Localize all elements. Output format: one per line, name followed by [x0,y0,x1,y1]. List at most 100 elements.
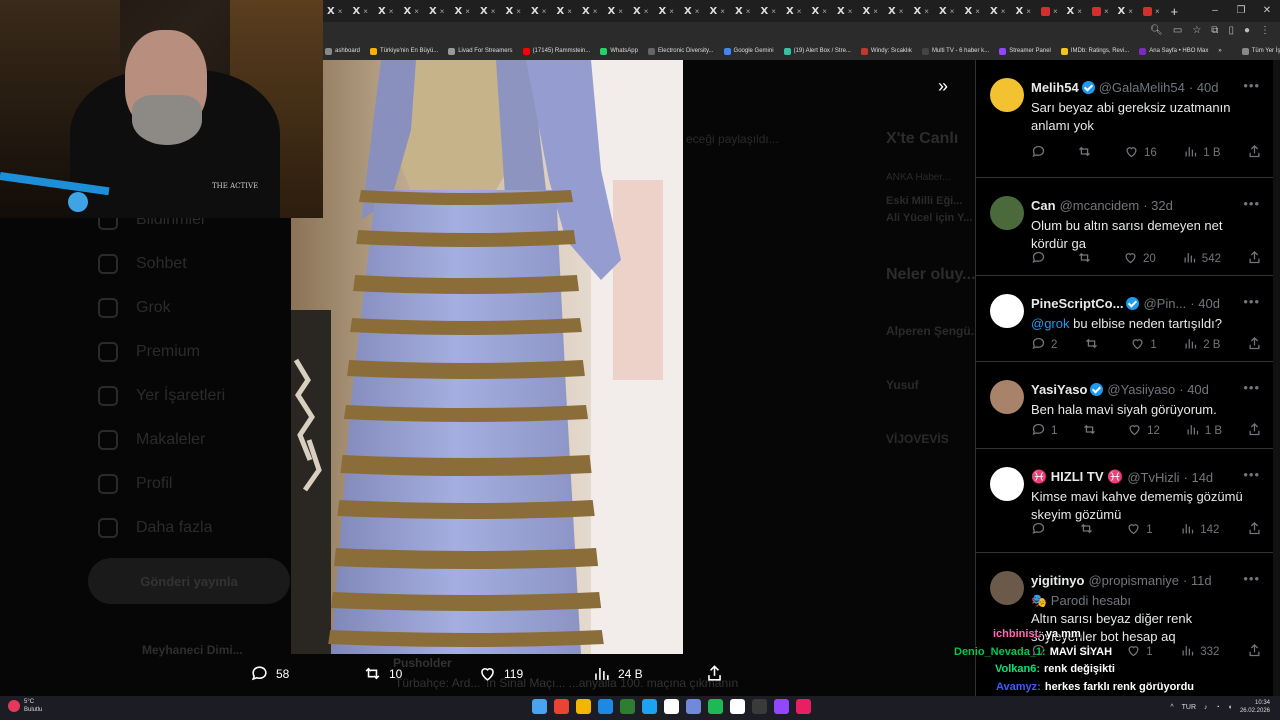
browser-tab[interactable]: X × [629,2,655,20]
bookmark-item[interactable]: Ana Sayfa • HBO Max [1139,47,1208,55]
tab-close-icon[interactable]: × [1104,7,1109,16]
like-button[interactable]: 16 [1124,144,1157,162]
browser-tab[interactable]: X × [757,2,783,20]
taskbar-app-icon[interactable] [576,699,591,714]
browser-tab[interactable]: X × [553,2,579,20]
browser-tab[interactable]: X × [935,2,961,20]
reply-button[interactable] [1031,144,1051,162]
browser-tab[interactable]: X × [374,2,400,20]
avatar[interactable] [990,380,1024,414]
browser-tab[interactable]: X × [349,2,375,20]
dress-photo[interactable] [291,60,683,654]
avatar[interactable] [990,78,1024,112]
share-button[interactable] [1247,144,1262,162]
nav-item-2[interactable]: Grok [98,298,171,318]
bookmark-item[interactable]: Livad For Streamers [448,47,513,55]
author-name[interactable]: PineScriptCo... [1031,296,1123,311]
views-button[interactable]: 1 B [1185,422,1222,440]
bookmark-item[interactable]: Google Gemini [723,47,774,55]
browser-tab[interactable]: X × [323,2,349,20]
bookmark-item[interactable]: (17145) Rammstein... [522,47,590,55]
tray-lang[interactable]: TUR [1182,704,1196,711]
nav-item-5[interactable]: Makaleler [98,430,205,450]
browser-tab[interactable]: X × [706,2,732,20]
taskbar-app-icon[interactable] [532,699,547,714]
tab-close-icon[interactable]: × [1026,7,1031,16]
bookmark-item[interactable]: (19) Alert Box / Stre... [783,47,851,55]
like-button[interactable]: 1 [1126,521,1153,539]
taskbar-app-icon[interactable] [598,699,613,714]
taskbar-app-icon[interactable] [620,699,635,714]
tab-close-icon[interactable]: × [746,7,751,16]
browser-tab[interactable]: X × [425,2,451,20]
tab-close-icon[interactable]: × [720,7,725,16]
tab-close-icon[interactable]: × [771,7,776,16]
profile-icon[interactable]: ● [1244,25,1250,36]
browser-tab[interactable]: X × [655,2,681,20]
taskbar-app-icon[interactable] [796,699,811,714]
repost-button[interactable] [1077,144,1097,162]
tab-close-icon[interactable]: × [593,7,598,16]
zoom-icon[interactable]: 🔍︎ [1150,25,1163,36]
nav-item-7[interactable]: Daha fazla [98,518,213,538]
bookmark-item[interactable]: WhatsApp [600,47,638,55]
tab-close-icon[interactable]: × [542,7,547,16]
tab-close-icon[interactable]: × [338,7,343,16]
trend-1[interactable]: Alperen Şengü... [886,324,981,338]
browser-tab[interactable]: X × [578,2,604,20]
browser-tab[interactable]: X × [808,2,834,20]
tab-close-icon[interactable]: × [848,7,853,16]
browser-tab[interactable]: X × [961,2,987,20]
browser-tab[interactable]: × [1088,2,1114,20]
mic-tray-icon[interactable]: ♪ [1204,704,1208,711]
share-button[interactable] [1247,250,1262,268]
reply-card[interactable]: Melih54 @GalaMelih54 · 40d ••• Sarı beyaz ab… [976,60,1273,178]
author-name[interactable]: ♓ HIZLI TV ♓ [1031,469,1123,485]
author-name[interactable]: Can [1031,198,1056,213]
author-handle[interactable]: @propismaniye [1088,573,1179,588]
share-button[interactable] [1247,336,1262,354]
tab-close-icon[interactable]: × [1001,7,1006,16]
more-options-icon[interactable]: ••• [1243,571,1260,586]
reply-button[interactable] [1031,250,1051,268]
bookmark-item[interactable]: Tüm Yer İşaretleri [1241,47,1280,55]
taskbar-app-icon[interactable] [554,699,569,714]
volume-icon[interactable]: ◖ [1228,704,1232,711]
extensions-icon[interactable]: ⧉ [1211,25,1218,36]
browser-tab[interactable]: X × [782,2,808,20]
like-button[interactable]: 20 [1123,250,1156,268]
mention-link[interactable]: @grok [1031,316,1070,331]
more-options-icon[interactable]: ••• [1243,78,1260,93]
tab-close-icon[interactable]: × [491,7,496,16]
avatar[interactable] [990,294,1024,328]
more-options-icon[interactable]: ••• [1243,380,1260,395]
network-icon[interactable]: ◔ [1216,704,1220,711]
views-button[interactable]: 142 [1180,521,1219,539]
media-repost-button[interactable]: 10 [363,664,402,683]
reply-card[interactable]: ♓ HIZLI TV ♓ @TvHizli · 14d ••• Kimse mavi k… [976,449,1273,553]
repost-button[interactable] [1082,422,1102,440]
tab-close-icon[interactable]: × [363,7,368,16]
avatar[interactable] [990,571,1024,605]
browser-tab[interactable]: X × [731,2,757,20]
trend-3[interactable]: VİJOVEVİS [886,432,949,446]
nav-item-1[interactable]: Sohbet [98,254,187,274]
reply-button[interactable]: 1 [1031,422,1057,440]
address-bar[interactable]: 🔍︎ ▭ ☆ ⧉ ▯ ● ⋮ [323,22,1280,42]
tab-close-icon[interactable]: × [465,7,470,16]
chat-username[interactable]: Volkan6: [995,663,1040,675]
collapse-panel-icon[interactable]: » [938,76,948,97]
media-share-button[interactable] [705,664,724,683]
bookmark-item[interactable]: Windy: Sıcaklık [860,47,912,55]
views-button[interactable]: 2 B [1183,336,1220,354]
browser-tab[interactable]: X × [476,2,502,20]
tab-close-icon[interactable]: × [950,7,955,16]
tab-close-icon[interactable]: × [618,7,623,16]
taskbar-app-icon[interactable] [642,699,657,714]
share-button[interactable] [1247,643,1262,661]
chat-username[interactable]: Denio_Nevada_1: [954,646,1046,658]
tab-close-icon[interactable]: × [1128,7,1133,16]
taskbar-app-icon[interactable] [752,699,767,714]
views-button[interactable]: 332 [1180,643,1219,661]
tab-close-icon[interactable]: × [1155,7,1160,16]
